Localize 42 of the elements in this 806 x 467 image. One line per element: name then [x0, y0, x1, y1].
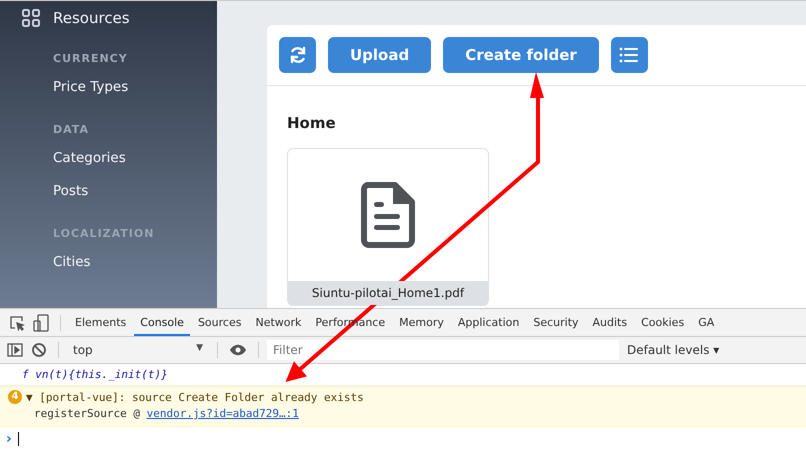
- file-card[interactable]: Siuntu-pilotai_Home1.pdf: [287, 148, 489, 306]
- text-cursor: [18, 432, 19, 446]
- inspect-icon[interactable]: [9, 314, 25, 330]
- refresh-button[interactable]: [279, 37, 316, 73]
- devtools-tab[interactable]: Elements: [69, 309, 132, 336]
- caret-icon: ▼: [196, 343, 203, 357]
- file-name: Siuntu-pilotai_Home1.pdf: [288, 281, 488, 305]
- devtools-tab[interactable]: Memory: [393, 309, 450, 336]
- filter-field[interactable]: Filter: [267, 340, 619, 360]
- sidebar-toggle-icon[interactable]: [7, 343, 23, 357]
- eye-icon[interactable]: [229, 344, 247, 356]
- context-select[interactable]: top ▼: [67, 343, 209, 357]
- grid-icon: [22, 9, 40, 27]
- document-icon: [361, 182, 415, 248]
- list-view-button[interactable]: [610, 37, 648, 73]
- warning-text: ▼ [portal-vue]: source Create Folder already exists: [26, 390, 364, 404]
- toolbar-button[interactable]: Upload: [328, 37, 432, 73]
- devtools-tab[interactable]: Sources: [192, 309, 248, 336]
- sidebar-item[interactable]: Cities: [22, 246, 217, 279]
- levels-dropdown[interactable]: Default levels ▾: [627, 343, 720, 357]
- sidebar-item[interactable]: Categories: [22, 142, 217, 175]
- section-title: CURRENCY: [52, 51, 129, 67]
- toolbar-button[interactable]: Create folder: [443, 37, 599, 73]
- devtools-tab[interactable]: Security: [527, 309, 585, 336]
- count-badge: 4: [8, 390, 22, 404]
- sidebar-heading[interactable]: Resources: [53, 9, 130, 27]
- devtools-tab[interactable]: GA: [692, 309, 720, 336]
- devtools-tab[interactable]: Audits: [586, 309, 634, 336]
- device-icon[interactable]: [33, 314, 49, 332]
- folder-title: Home: [287, 114, 337, 132]
- source-link[interactable]: vendor.js?id=abad729…:1: [146, 407, 299, 420]
- clear-icon[interactable]: [31, 342, 47, 358]
- list-icon: [619, 47, 640, 63]
- section-title: LOCALIZATION: [52, 226, 156, 242]
- stack-source: registerSource @: [34, 407, 141, 420]
- devtools-tab[interactable]: Network: [249, 309, 308, 336]
- sidebar-item[interactable]: Price Types: [22, 71, 217, 104]
- devtools-tab[interactable]: Cookies: [635, 309, 690, 336]
- devtools-tab[interactable]: Application: [452, 309, 526, 336]
- sidebar-item[interactable]: Posts: [22, 175, 217, 208]
- prompt-symbol: ›: [6, 431, 12, 447]
- section-title: DATA: [52, 122, 90, 138]
